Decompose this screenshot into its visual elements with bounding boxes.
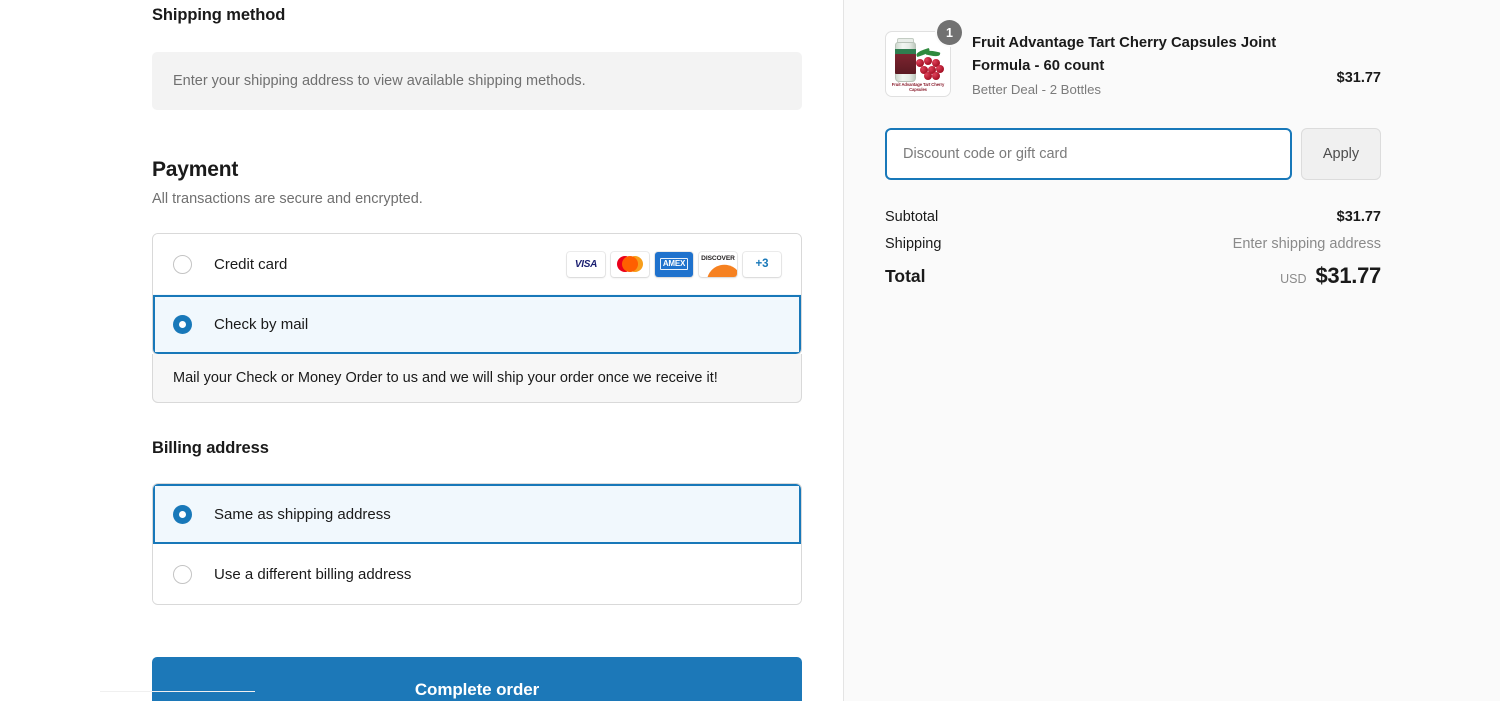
complete-order-button[interactable]: Complete order — [152, 657, 802, 701]
payment-option-check-by-mail-label: Check by mail — [214, 316, 309, 333]
payment-option-credit-card[interactable]: Credit card VISA AMEX DISCOVER +3 — [153, 234, 801, 294]
billing-option-different-address-label: Use a different billing address — [214, 566, 412, 583]
amex-icon: AMEX — [655, 251, 693, 277]
shipping-method-heading: Shipping method — [152, 6, 286, 24]
bottom-divider — [100, 691, 255, 692]
billing-option-same-as-shipping[interactable]: Same as shipping address — [153, 484, 801, 544]
line-item-quantity-badge: 1 — [937, 20, 962, 45]
payment-method-group: Credit card VISA AMEX DISCOVER +3 Check … — [152, 233, 802, 355]
payment-option-credit-card-label: Credit card — [214, 255, 288, 273]
subtotal-label: Subtotal — [885, 209, 939, 225]
radio-icon-different-address[interactable] — [173, 565, 192, 584]
radio-icon-credit-card[interactable] — [173, 254, 192, 274]
payment-option-check-by-mail[interactable]: Check by mail — [153, 294, 801, 354]
subtotal-value: $31.77 — [1336, 209, 1381, 225]
radio-icon-same-as-shipping[interactable] — [173, 504, 192, 524]
line-item-price: $31.77 — [1336, 70, 1381, 86]
total-line-grand: Total USD $31.77 — [885, 263, 1381, 289]
order-totals: Subtotal $31.77 Shipping Enter shipping … — [885, 209, 1381, 289]
billing-option-same-as-shipping-label: Same as shipping address — [214, 505, 391, 523]
product-thumbnail-wrap: Fruit Advantage Tart Cherry Capsules 1 — [885, 20, 962, 97]
order-line-item: Fruit Advantage Tart Cherry Capsules 1 F… — [885, 20, 1381, 97]
card-brand-list: VISA AMEX DISCOVER +3 — [567, 251, 781, 277]
checkout-form-pane: Shipping method Enter your shipping addr… — [0, 0, 843, 701]
line-item-variant: Better Deal - 2 Bottles — [972, 81, 1102, 97]
shipping-label: Shipping — [885, 236, 942, 252]
line-item-title: Fruit Advantage Tart Cherry Capsules Joi… — [972, 35, 1277, 74]
total-line-shipping: Shipping Enter shipping address — [885, 236, 1381, 252]
billing-address-heading: Billing address — [152, 439, 269, 457]
total-line-subtotal: Subtotal $31.77 — [885, 209, 1381, 225]
order-summary-column: Fruit Advantage Tart Cherry Capsules 1 F… — [885, 0, 1381, 289]
checkout-form-column: Shipping method Enter your shipping addr… — [152, 0, 802, 701]
order-summary-pane: Fruit Advantage Tart Cherry Capsules 1 F… — [843, 0, 1500, 701]
radio-icon-check-by-mail[interactable] — [173, 315, 192, 334]
discover-icon: DISCOVER — [699, 251, 737, 277]
visa-icon: VISA — [567, 251, 605, 277]
payment-subtitle: All transactions are secure and encrypte… — [152, 191, 423, 207]
billing-address-group: Same as shipping address Use a different… — [152, 483, 802, 605]
shipping-value: Enter shipping address — [1232, 236, 1381, 252]
billing-option-different-address[interactable]: Use a different billing address — [153, 544, 801, 604]
product-thumbnail-caption: Fruit Advantage Tart Cherry Capsules — [891, 81, 945, 92]
grand-total-currency: USD — [1280, 272, 1307, 286]
discount-code-input[interactable] — [885, 128, 1292, 180]
shipping-method-empty-box: Enter your shipping address to view avai… — [152, 52, 802, 110]
line-item-details: Fruit Advantage Tart Cherry Capsules Joi… — [972, 31, 1321, 97]
payment-note-text: Mail your Check or Money Order to us and… — [173, 370, 718, 386]
checkout-page: Shipping method Enter your shipping addr… — [0, 0, 1500, 701]
more-card-brands-badge[interactable]: +3 — [743, 251, 781, 277]
grand-total-amount: $31.77 — [1315, 263, 1382, 288]
shipping-method-empty-message: Enter your shipping address to view avai… — [173, 73, 586, 89]
payment-header: Payment All transactions are secure and … — [152, 158, 802, 207]
payment-heading: Payment — [152, 158, 239, 181]
cherries-graphic — [914, 47, 946, 80]
discount-row: Apply — [885, 128, 1381, 180]
mastercard-icon — [611, 251, 649, 277]
grand-total-label: Total — [885, 265, 926, 286]
apply-discount-button[interactable]: Apply — [1301, 128, 1381, 180]
payment-note-box: Mail your Check or Money Order to us and… — [152, 354, 802, 403]
